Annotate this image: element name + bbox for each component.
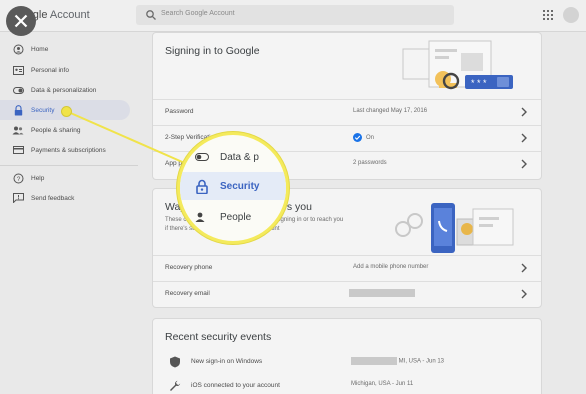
people-icon (194, 209, 210, 225)
close-button[interactable] (6, 6, 36, 36)
magnified-item-people: People (180, 206, 286, 228)
magnified-item-data: Data & p (180, 146, 286, 168)
callout-line (65, 110, 197, 169)
callout-dot (61, 106, 72, 117)
zoom-magnifier: Data & p Security People (177, 132, 289, 244)
toggle-icon (194, 149, 210, 165)
screenshot: Google Account Search Google Account Hom… (0, 0, 586, 394)
close-icon (14, 14, 28, 28)
lock-icon (194, 178, 210, 194)
magnified-item-security: Security (180, 172, 286, 200)
